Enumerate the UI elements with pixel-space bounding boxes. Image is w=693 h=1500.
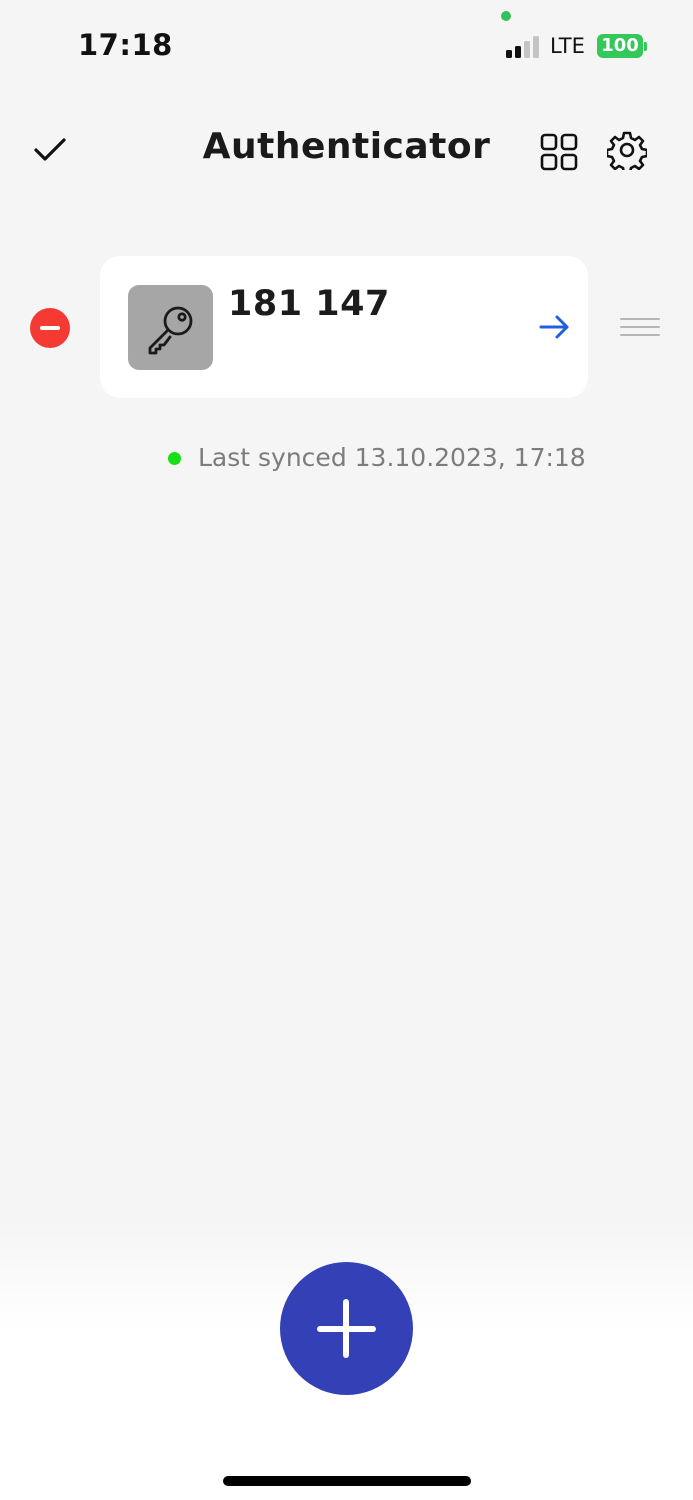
privacy-indicator [501,11,511,21]
sync-status-dot [168,452,181,465]
network-type: LTE [550,34,585,58]
add-account-button[interactable] [280,1262,413,1395]
key-icon [148,306,192,354]
sync-status: Last synced 13.10.2023, 17:18 [0,440,693,476]
settings-button[interactable] [603,126,651,174]
account-logo [128,285,213,370]
sync-status-text: Last synced 13.10.2023, 17:18 [198,443,586,472]
status-time: 17:18 [78,28,173,62]
layout-toggle-button[interactable] [535,128,583,176]
delete-account-button[interactable] [30,308,70,348]
grid-icon [540,133,578,171]
reorder-handle[interactable] [620,316,660,340]
cellular-signal-icon [506,34,544,58]
arrow-right-icon [539,315,569,339]
battery-tip [644,42,647,51]
otp-code[interactable]: 181 147 [228,284,390,324]
drag-handle-icon [620,318,660,320]
home-indicator[interactable] [223,1476,471,1486]
battery-level: 100 [597,34,643,58]
navigation-bar: Authenticator [0,110,693,190]
page-title: Authenticator [202,126,491,167]
gear-icon [607,131,647,170]
open-account-button[interactable] [538,311,572,343]
status-bar: 17:18 LTE 100 [0,0,693,90]
account-card[interactable]: 181 147 [100,256,588,398]
